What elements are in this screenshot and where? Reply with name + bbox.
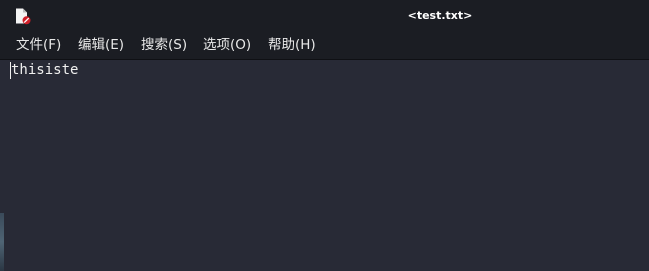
menu-edit[interactable]: 编辑(E) [78, 36, 124, 55]
menu-options[interactable]: 选项(O) [203, 36, 251, 55]
menu-search[interactable]: 搜索(S) [141, 36, 187, 55]
text-file-icon[interactable] [14, 8, 32, 25]
title-bar[interactable]: <test.txt> [0, 0, 649, 32]
editor-text-line[interactable]: thisiste [11, 61, 78, 79]
menu-help[interactable]: 帮助(H) [268, 36, 316, 55]
editor-window: <test.txt> 文件(F) 编辑(E) 搜索(S) 选项(O) 帮助(H)… [0, 0, 649, 271]
text-editor-area[interactable]: thisiste [0, 60, 649, 271]
menu-file[interactable]: 文件(F) [16, 36, 61, 55]
background-window-edge [0, 213, 4, 271]
window-title: <test.txt> [407, 9, 473, 22]
menu-bar: 文件(F) 编辑(E) 搜索(S) 选项(O) 帮助(H) [0, 32, 649, 60]
